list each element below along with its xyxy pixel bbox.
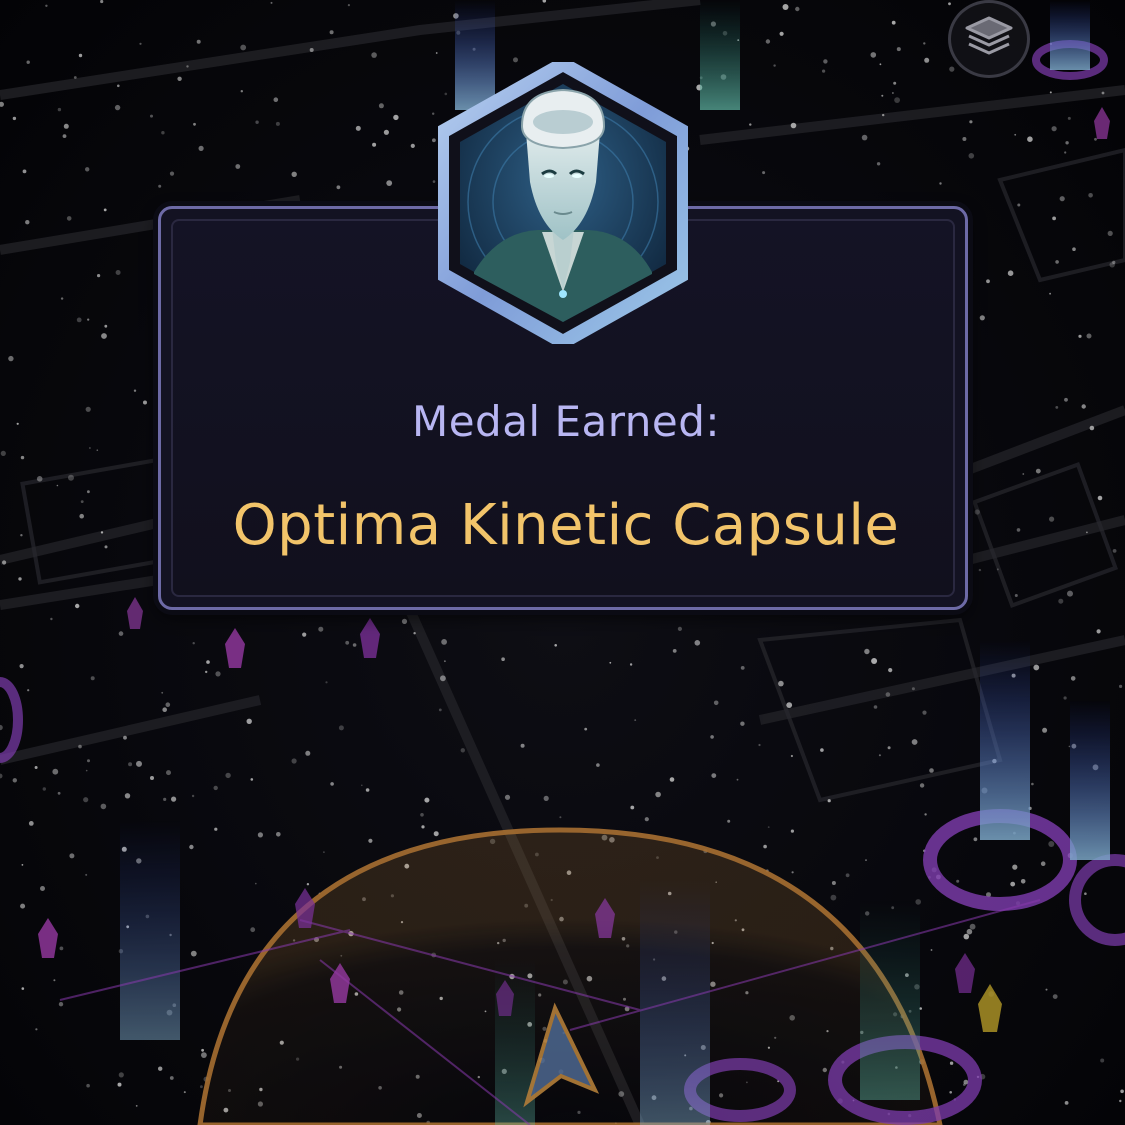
map-layers-button[interactable]	[948, 0, 1030, 78]
layers-icon	[963, 14, 1015, 64]
game-map-scene[interactable]: Medal Earned: Optima Kinetic Capsule	[0, 0, 1125, 1125]
optima-agent-portrait-icon	[435, 55, 691, 351]
medal-name: Optima Kinetic Capsule	[232, 493, 900, 558]
medal-earned-label: Medal Earned:	[411, 397, 721, 446]
